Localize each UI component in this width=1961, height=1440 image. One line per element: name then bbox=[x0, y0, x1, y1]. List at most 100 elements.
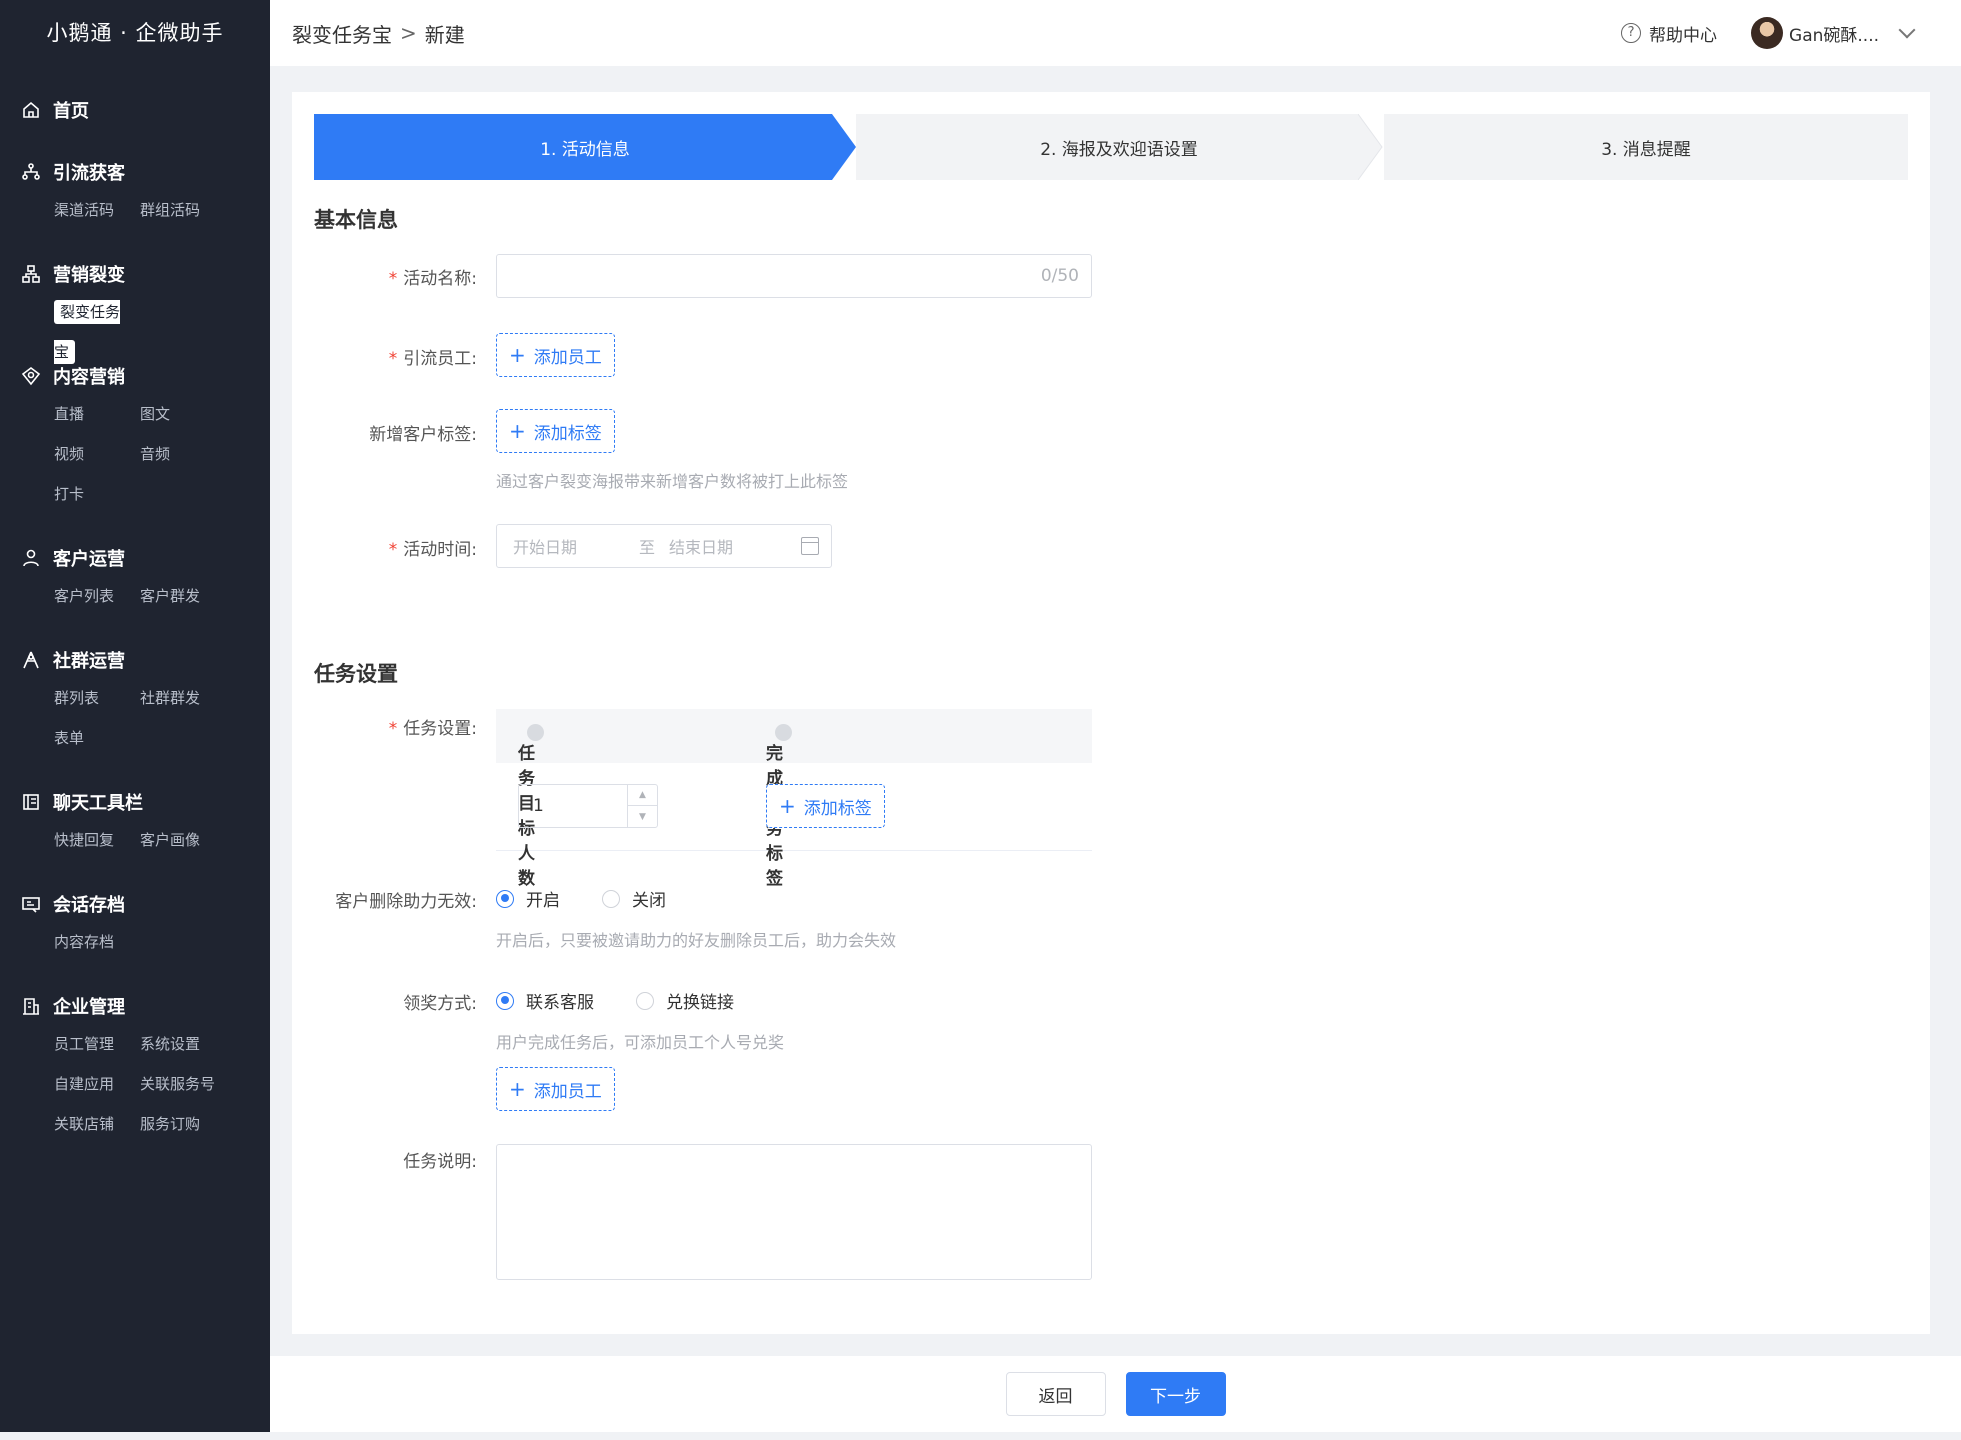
activity-name-label: * 活动名称: bbox=[388, 269, 477, 289]
nav-sub-item[interactable]: 关联店铺 bbox=[54, 1104, 140, 1144]
add-reward-staff-button[interactable]: + 添加员工 bbox=[496, 1067, 615, 1111]
nav-sub-item[interactable]: 服务订购 bbox=[140, 1104, 226, 1144]
start-date-input[interactable]: 开始日期 bbox=[513, 534, 577, 558]
decrement-icon[interactable]: ▼ bbox=[628, 806, 657, 827]
breadcrumb-current: 新建 bbox=[424, 22, 465, 47]
nav-sub-item[interactable]: 渠道活码 bbox=[54, 190, 140, 230]
step-message-reminder[interactable]: 3. 消息提醒 bbox=[1384, 114, 1908, 180]
nav-item-label: 企业管理 bbox=[53, 997, 125, 1018]
nav-group: 企业管理员工管理 系统设置 自建应用 关联服务号 关联店铺 服务订购 bbox=[0, 988, 270, 1144]
nav-item-label: 客户运营 bbox=[53, 549, 125, 570]
nav-sub-item[interactable]: 客户列表 bbox=[54, 576, 140, 616]
nav-item-6[interactable]: 聊天工具栏 bbox=[0, 784, 270, 820]
task-description-label: 任务说明: bbox=[403, 1152, 477, 1172]
nav-item-label: 会话存档 bbox=[53, 895, 125, 916]
user-name: Gan碗酥.... bbox=[1789, 25, 1879, 46]
nav-sub-item[interactable]: 客户群发 bbox=[140, 576, 226, 616]
date-range-picker[interactable]: 开始日期 至 结束日期 bbox=[496, 524, 832, 568]
nav-sub-item[interactable]: 音频 bbox=[140, 434, 226, 474]
delete-invalid-radio-group: 开启 关闭 bbox=[496, 886, 666, 911]
nav-item-3[interactable]: 内容营销 bbox=[0, 358, 270, 394]
step-activity-info[interactable]: 1. 活动信息 bbox=[314, 114, 856, 180]
nav-sub-item[interactable]: 客户画像 bbox=[140, 820, 226, 860]
nav-sub-item[interactable]: 群组活码 bbox=[140, 190, 226, 230]
task-table: 任务目标人数 完成任务标签 1 ▲ ▼ +添加标签 bbox=[496, 709, 1092, 889]
form-panel: 1. 活动信息 2. 海报及欢迎语设置 3. 消息提醒 基本信息 * 活动名称: … bbox=[292, 92, 1930, 1334]
nav-group: 会话存档 内容存档 bbox=[0, 886, 270, 962]
question-icon: ? bbox=[1621, 23, 1642, 43]
nav-group: 聊天工具栏 快捷回复 客户画像 bbox=[0, 784, 270, 860]
step-poster-settings[interactable]: 2. 海报及欢迎语设置 bbox=[856, 114, 1382, 180]
building-icon bbox=[20, 995, 42, 1017]
staff-label: * 引流员工: bbox=[388, 349, 477, 369]
end-date-input[interactable]: 结束日期 bbox=[669, 534, 733, 558]
nav-item-0[interactable]: 首页 bbox=[0, 92, 270, 128]
customer-tag-label: 新增客户标签: bbox=[369, 425, 477, 445]
nav-item-label: 引流获客 bbox=[53, 163, 125, 184]
sidebar: 小鹅通 · 企微助手 首页引流获客渠道活码 群组活码营销裂变 裂变任务宝 内容营销 直播… bbox=[0, 0, 270, 1432]
increment-icon[interactable]: ▲ bbox=[628, 785, 657, 806]
home-icon bbox=[20, 99, 42, 121]
nav-group: 首页 bbox=[0, 92, 270, 128]
nav-item-4[interactable]: 客户运营 bbox=[0, 540, 270, 576]
breadcrumb-separator: > bbox=[400, 21, 417, 45]
target-count-value[interactable]: 1 bbox=[533, 796, 544, 816]
user-menu[interactable]: Gan碗酥.... bbox=[1751, 17, 1916, 49]
reward-method-label: 领奖方式: bbox=[403, 994, 477, 1014]
section-task-settings: 任务设置 bbox=[314, 662, 398, 686]
archive-icon bbox=[20, 893, 42, 915]
radio-enable[interactable]: 开启 bbox=[496, 886, 560, 911]
range-separator: 至 bbox=[639, 538, 656, 557]
content-icon bbox=[20, 365, 42, 387]
nav-sub-item[interactable]: 关联服务号 bbox=[140, 1064, 226, 1104]
help-center-link[interactable]: ? 帮助中心 bbox=[1621, 21, 1717, 46]
breadcrumb: 裂变任务宝 > 新建 bbox=[292, 19, 465, 48]
breadcrumb-parent[interactable]: 裂变任务宝 bbox=[292, 19, 392, 48]
task-description-textarea[interactable] bbox=[496, 1144, 1092, 1280]
help-center-label: 帮助中心 bbox=[1649, 25, 1718, 46]
plus-icon: + bbox=[779, 794, 796, 818]
delete-hint: 开启后，只要被邀请助力的好友删除员工后，助力会失效 bbox=[496, 931, 897, 950]
brand-logo: 小鹅通 · 企微助手 bbox=[46, 21, 224, 45]
org-chart-icon bbox=[20, 263, 42, 285]
plus-icon: + bbox=[509, 419, 526, 443]
section-basic-info: 基本信息 bbox=[314, 208, 398, 232]
nav-sub-item[interactable]: 内容存档 bbox=[54, 922, 140, 962]
step-label: 2. 海报及欢迎语设置 bbox=[1040, 139, 1198, 160]
nav-item-8[interactable]: 企业管理 bbox=[0, 988, 270, 1024]
activity-name-input[interactable]: 0/50 bbox=[496, 254, 1092, 298]
nav-sub-item[interactable]: 视频 bbox=[54, 434, 140, 474]
group-icon bbox=[20, 649, 42, 671]
add-tag-button[interactable]: + 添加标签 bbox=[496, 409, 615, 453]
task-table-header: 任务目标人数 完成任务标签 bbox=[496, 709, 1092, 889]
add-complete-tag-button[interactable]: + 添加标签 bbox=[766, 784, 885, 828]
nav-sub-item[interactable]: 群列表 bbox=[54, 678, 140, 718]
nav-group: 内容营销 直播 图文 视频 音频 打卡 bbox=[0, 358, 270, 514]
add-staff-button[interactable]: + 添加员工 bbox=[496, 333, 615, 377]
back-button[interactable]: 返回 bbox=[1005, 1372, 1106, 1416]
nav-item-2[interactable]: 营销裂变 bbox=[0, 256, 270, 292]
nav-item-7[interactable]: 会话存档 bbox=[0, 886, 270, 922]
toolbar-icon bbox=[20, 791, 42, 813]
nav-sub-item[interactable]: 社群群发 bbox=[140, 678, 226, 718]
nav-sub-item[interactable]: 图文 bbox=[140, 394, 226, 434]
nav-sub-item[interactable]: 裂变任务宝 bbox=[54, 292, 140, 364]
radio-contact-service[interactable]: 联系客服 bbox=[496, 988, 594, 1013]
plus-icon: + bbox=[509, 1077, 526, 1101]
nav-item-5[interactable]: 社群运营 bbox=[0, 642, 270, 678]
nav-sub-item[interactable]: 快捷回复 bbox=[54, 820, 140, 860]
nav-sub-item[interactable]: 员工管理 bbox=[54, 1024, 140, 1064]
col-complete-tag: 完成任务标签 bbox=[766, 724, 792, 889]
tag-hint: 通过客户裂变海报带来新增客户数将被打上此标签 bbox=[496, 472, 849, 491]
nav-sub-item[interactable]: 打卡 bbox=[54, 474, 140, 514]
nav-item-label: 首页 bbox=[53, 101, 89, 122]
radio-redeem-link[interactable]: 兑换链接 bbox=[636, 988, 734, 1013]
nav-item-1[interactable]: 引流获客 bbox=[0, 154, 270, 190]
nav-sub-item[interactable]: 系统设置 bbox=[140, 1024, 226, 1064]
nav-sub-item[interactable]: 直播 bbox=[54, 394, 140, 434]
target-count-stepper[interactable]: 1 ▲ ▼ bbox=[518, 784, 658, 828]
radio-disable[interactable]: 关闭 bbox=[602, 886, 666, 911]
next-step-button[interactable]: 下一步 bbox=[1125, 1372, 1226, 1416]
nav-sub-item[interactable]: 自建应用 bbox=[54, 1064, 140, 1104]
nav-sub-item[interactable]: 表单 bbox=[54, 718, 140, 758]
